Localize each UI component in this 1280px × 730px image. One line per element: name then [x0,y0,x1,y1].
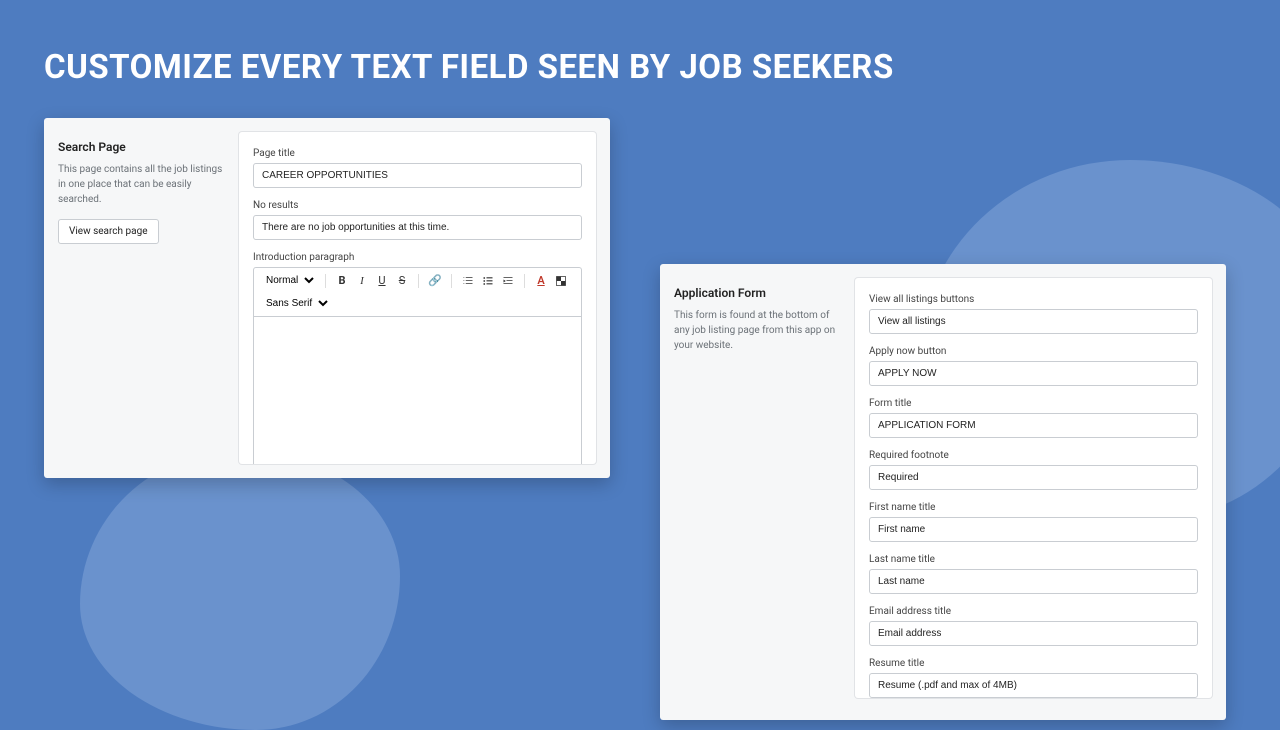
search-page-sidebar: Search Page This page contains all the j… [44,118,239,478]
form-field-group: Last name title [869,554,1198,594]
separator [524,274,525,288]
form-field-group: Email address title [869,606,1198,646]
application-form-desc: This form is found at the bottom of any … [674,308,841,353]
form-field-group: Required footnote [869,450,1198,490]
field-input[interactable] [869,361,1198,386]
field-label: Email address title [869,606,1198,617]
link-icon[interactable]: 🔗 [427,273,443,289]
search-page-card: Search Page This page contains all the j… [44,118,610,478]
form-field-group: Resume title [869,658,1198,698]
application-form-card: Application Form This form is found at t… [660,264,1226,720]
application-form-title: Application Form [674,286,841,300]
intro-editor[interactable] [253,316,582,464]
application-form-fields: View all listings buttons Apply now butto… [855,278,1212,698]
block-format-select[interactable]: Normal [260,272,317,289]
field-input[interactable] [869,569,1198,594]
bold-icon[interactable]: B [334,273,350,289]
field-label: Resume title [869,658,1198,669]
page-headline: CUSTOMIZE EVERY TEXT FIELD SEEN BY JOB S… [44,48,894,87]
search-page-form: Page title No results Introduction parag… [239,132,596,464]
search-page-desc: This page contains all the job listings … [58,162,225,207]
field-input[interactable] [869,673,1198,698]
field-input[interactable] [869,413,1198,438]
field-input[interactable] [869,517,1198,542]
view-search-page-button[interactable]: View search page [58,219,159,244]
form-field-group: First name title [869,502,1198,542]
separator [418,274,419,288]
field-label: View all listings buttons [869,294,1198,305]
page-title-label: Page title [253,148,582,159]
field-label: Form title [869,398,1198,409]
form-field-group: Apply now button [869,346,1198,386]
editor-toolbar: Normal B I U S 🔗 [253,267,582,316]
field-input[interactable] [869,309,1198,334]
decorative-blob [80,450,400,730]
intro-label: Introduction paragraph [253,252,582,263]
text-color-icon[interactable]: A [533,273,549,289]
indent-icon[interactable] [500,273,516,289]
separator [325,274,326,288]
form-field-group: View all listings buttons [869,294,1198,334]
field-input[interactable] [869,621,1198,646]
search-page-title: Search Page [58,140,225,154]
field-label: Apply now button [869,346,1198,357]
italic-icon[interactable]: I [354,273,370,289]
application-form-sidebar: Application Form This form is found at t… [660,264,855,720]
field-label: Last name title [869,554,1198,565]
ordered-list-icon[interactable] [460,273,476,289]
no-results-label: No results [253,200,582,211]
page-title-input[interactable] [253,163,582,188]
field-label: First name title [869,502,1198,513]
field-label: Required footnote [869,450,1198,461]
underline-icon[interactable]: U [374,273,390,289]
background-color-icon[interactable] [553,273,569,289]
field-input[interactable] [869,465,1198,490]
font-family-select[interactable]: Sans Serif [260,295,331,312]
separator [451,274,452,288]
bullet-list-icon[interactable] [480,273,496,289]
strikethrough-icon[interactable]: S [394,273,410,289]
form-field-group: Form title [869,398,1198,438]
no-results-input[interactable] [253,215,582,240]
